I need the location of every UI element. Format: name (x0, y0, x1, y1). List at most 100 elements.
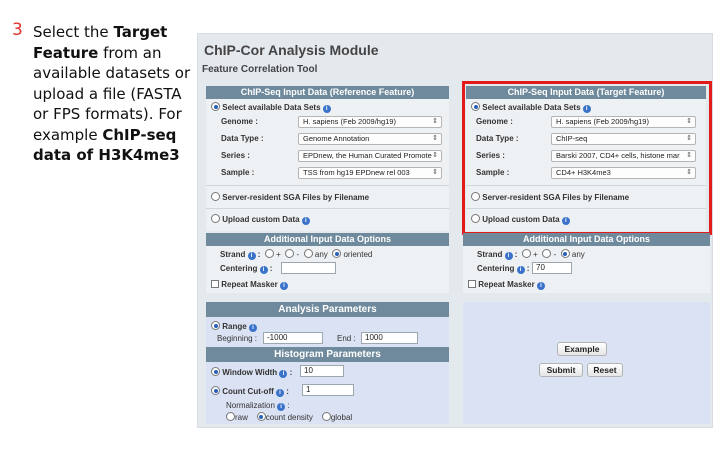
strand-plus-label: + (533, 250, 538, 259)
reference-server-radio[interactable] (211, 192, 220, 201)
norm-global-label: global (330, 413, 353, 422)
info-icon[interactable]: i (301, 217, 310, 225)
reference-options-panel: Additional Input Data Options Strand i :… (206, 233, 449, 293)
reference-repeat-checkbox[interactable] (211, 280, 219, 288)
reference-strand-row: Strand i : + - any oriented (220, 249, 373, 260)
reference-sample-select[interactable]: TSS from hg19 EPDnew rel 003 ⇕ (298, 167, 442, 179)
module-title: ChIP-Cor Analysis Module (204, 42, 379, 58)
norm-raw-radio[interactable] (226, 412, 235, 421)
target-strand-any-radio[interactable] (560, 249, 570, 258)
reference-centering-input[interactable] (281, 262, 336, 274)
reference-datatype-value: Genome Annotation (303, 134, 370, 143)
reference-datasets-radio[interactable] (211, 102, 220, 111)
count-cutoff-option[interactable]: Count Cut-off i : (211, 386, 289, 397)
histogram-header: Histogram Parameters (206, 347, 449, 362)
target-centering-label: Centering (477, 264, 515, 273)
reference-options-header: Additional Input Data Options (206, 233, 449, 246)
reset-button[interactable]: Reset (587, 363, 623, 377)
reference-datatype-label: Data Type : (221, 134, 264, 143)
reference-centering-row: Centering i : (220, 264, 273, 274)
info-icon[interactable]: i (504, 252, 513, 260)
submit-button[interactable]: Submit (539, 363, 583, 377)
reference-upload-label: Upload custom Data (222, 215, 300, 224)
target-strand-minus-radio[interactable] (542, 249, 552, 258)
window-width-label: Window Width (222, 368, 278, 377)
select-arrows-icon: ⇕ (432, 135, 438, 142)
example-button[interactable]: Example (557, 342, 607, 356)
reference-sample-value: TSS from hg19 EPDnew rel 003 (303, 168, 410, 177)
analysis-header: Analysis Parameters (206, 302, 449, 317)
reference-series-select[interactable]: EPDnew, the Human Curated Promote ⇕ (298, 150, 442, 162)
info-icon[interactable]: i (516, 266, 525, 274)
reference-server-option[interactable]: Server-resident SGA Files by Filename (211, 192, 369, 202)
chip-cor-module: ChIP-Cor Analysis Module Feature Correla… (197, 33, 713, 428)
strand-minus-label: - (553, 250, 557, 259)
target-strand-plus-radio[interactable] (521, 249, 531, 258)
target-centering-input[interactable]: 70 (532, 262, 572, 274)
select-arrows-icon: ⇕ (432, 152, 438, 159)
window-width-option[interactable]: Window Width i : (211, 367, 292, 378)
reference-series-label: Series : (221, 151, 250, 160)
info-icon[interactable]: i (279, 282, 288, 290)
reference-repeat-row[interactable]: Repeat Masker i (211, 280, 288, 290)
info-icon[interactable]: i (248, 324, 257, 332)
reference-repeat-label: Repeat Masker (221, 280, 278, 289)
range-option[interactable]: Range i (211, 321, 257, 332)
info-icon[interactable]: i (277, 403, 286, 411)
normalization-label: Normalization (226, 401, 275, 410)
info-icon[interactable]: i (276, 389, 284, 397)
divider (206, 208, 449, 209)
reference-server-label: Server-resident SGA Files by Filename (222, 193, 370, 202)
reference-genome-label: Genome : (221, 117, 258, 126)
reference-datatype-select[interactable]: Genome Annotation ⇕ (298, 133, 442, 145)
reference-centering-label: Centering (220, 264, 258, 273)
count-cutoff-input[interactable]: 1 (302, 384, 354, 396)
beginning-input[interactable]: -1000 (263, 332, 323, 344)
end-label: End : (337, 334, 356, 343)
target-highlight-frame (462, 81, 712, 235)
select-arrows-icon: ⇕ (432, 118, 438, 125)
info-icon[interactable]: i (247, 252, 256, 260)
info-icon[interactable]: i (259, 266, 268, 274)
reference-strand-plus-radio[interactable] (264, 249, 274, 258)
reference-strand-minus-radio[interactable] (285, 249, 295, 258)
reference-select-label: Select available Data Sets (222, 103, 321, 112)
reference-select-datasets[interactable]: Select available Data Sets i (211, 102, 331, 113)
target-strand-row: Strand i : + - any (477, 249, 585, 260)
instruction-text: Select the Target Feature from an availa… (33, 22, 201, 166)
reference-series-value: EPDnew, the Human Curated Promote (303, 151, 432, 160)
normalization-options: raw count density global (226, 412, 352, 422)
reference-sample-label: Sample : (221, 168, 255, 177)
reference-upload-radio[interactable] (211, 214, 220, 223)
target-options-header: Additional Input Data Options (463, 233, 710, 246)
reference-header: ChIP-Seq Input Data (Reference Feature) (206, 86, 449, 99)
divider (206, 185, 449, 186)
normalization-row: Normalization i : (226, 401, 290, 411)
reference-genome-select[interactable]: H. sapiens (Feb 2009/hg19) ⇕ (298, 116, 442, 128)
target-repeat-row[interactable]: Repeat Masker i (468, 280, 545, 290)
info-icon[interactable]: i (536, 282, 545, 290)
target-repeat-checkbox[interactable] (468, 280, 476, 288)
reference-strand-any-radio[interactable] (303, 249, 313, 258)
count-cutoff-label: Count Cut-off (222, 387, 274, 396)
norm-count-density-label: count density (265, 413, 313, 422)
norm-global-radio[interactable] (321, 412, 331, 421)
strand-any-label: any (571, 250, 585, 259)
window-width-input[interactable]: 10 (300, 365, 344, 377)
norm-count-density-radio[interactable] (256, 412, 266, 421)
info-icon[interactable]: i (322, 105, 331, 113)
norm-raw-label: raw (235, 413, 248, 422)
target-strand-label: Strand (477, 250, 503, 259)
window-width-radio[interactable] (211, 367, 220, 376)
info-icon[interactable]: i (279, 370, 288, 378)
analysis-parameters-panel: Analysis Parameters Range i Beginning : … (206, 302, 449, 424)
range-radio[interactable] (211, 321, 220, 330)
strand-plus-label: + (276, 250, 281, 259)
range-label: Range (222, 322, 247, 331)
end-input[interactable]: 1000 (361, 332, 418, 344)
count-cutoff-radio[interactable] (211, 386, 220, 395)
reference-strand-oriented-radio[interactable] (332, 249, 342, 258)
actions-panel: Example Submit Reset (463, 302, 710, 424)
reference-upload-option[interactable]: Upload custom Data i (211, 214, 310, 225)
strand-minus-label: - (296, 250, 300, 259)
